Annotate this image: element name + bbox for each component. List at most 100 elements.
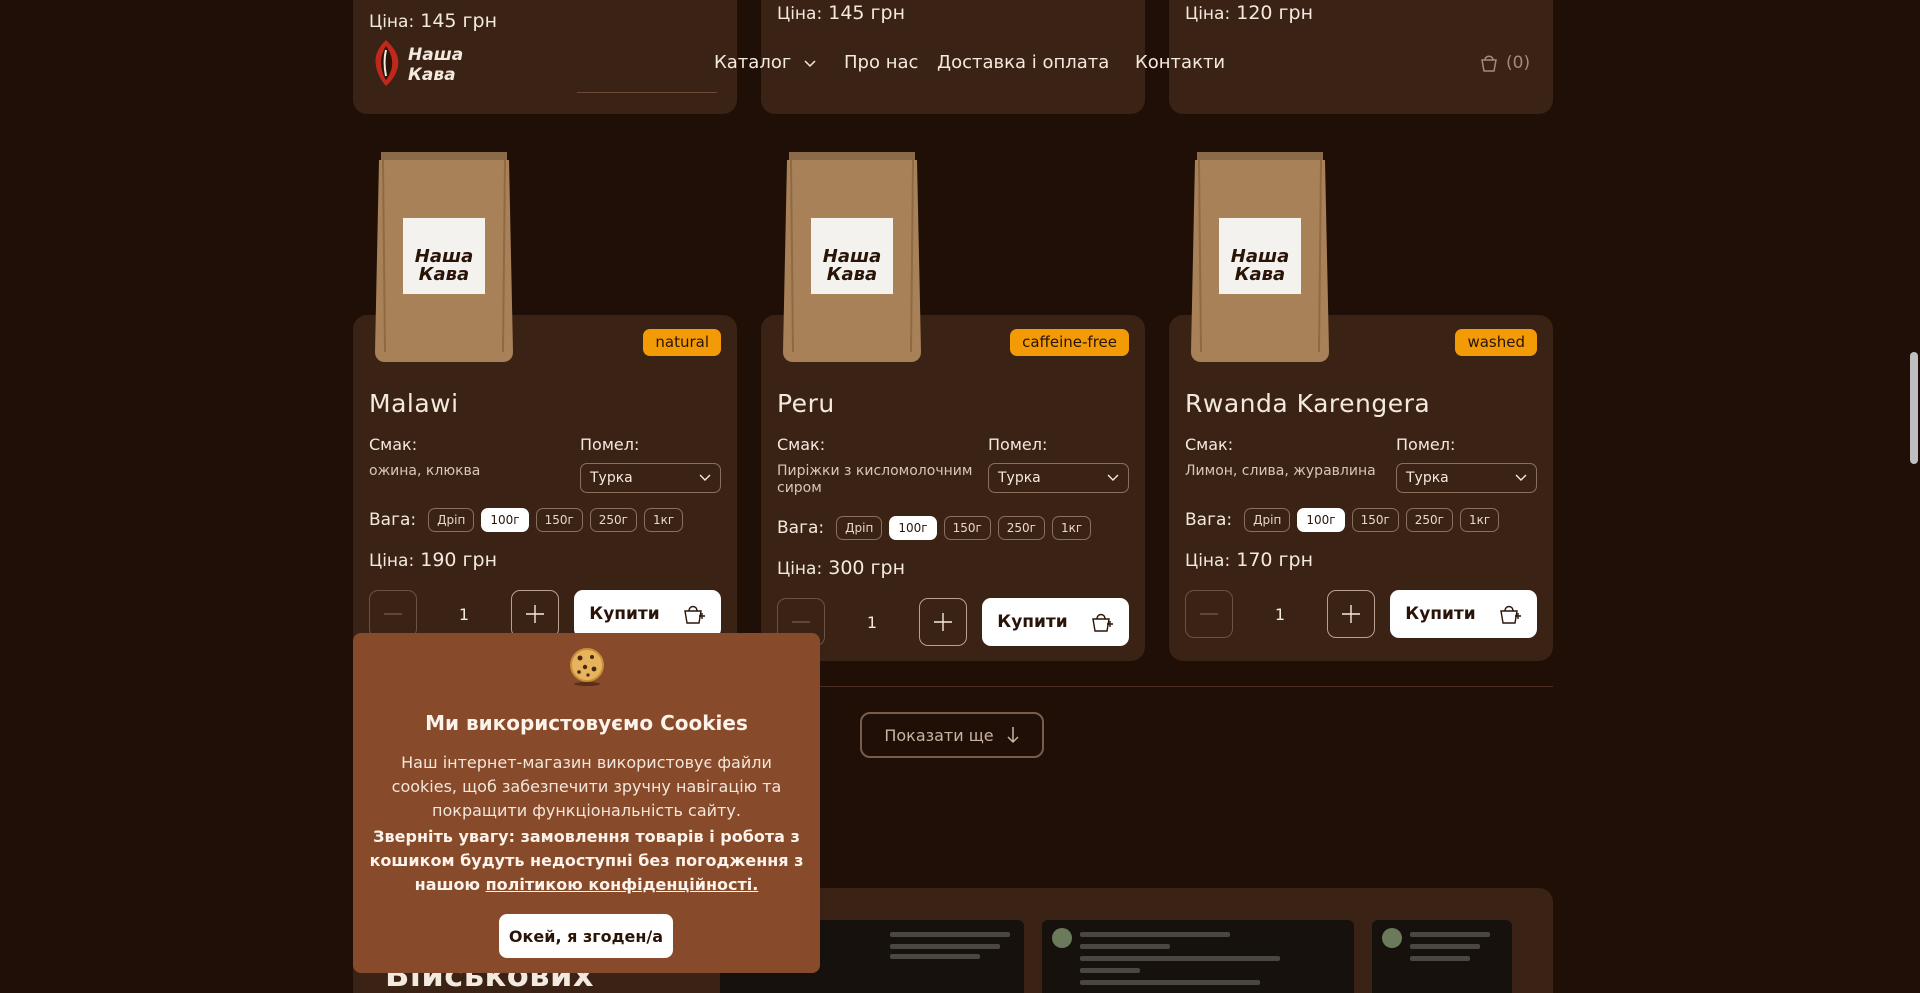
- scrollbar-thumb[interactable]: [1910, 352, 1918, 464]
- taste-value: Лимон, слива, журавлина: [1185, 463, 1376, 479]
- chevron-down-icon: [699, 474, 711, 481]
- product-title[interactable]: Rwanda Karengera: [1185, 389, 1430, 418]
- weight-option-100g[interactable]: 100г: [889, 516, 937, 540]
- process-badge: caffeine-free: [1010, 329, 1129, 356]
- site-logo[interactable]: Наша Кава: [368, 36, 480, 90]
- weight-option-150g[interactable]: 150г: [943, 516, 991, 540]
- add-to-cart-icon: [1091, 613, 1113, 632]
- plus-icon: [1342, 605, 1360, 623]
- process-badge: natural: [643, 329, 721, 356]
- product-bag-image: Наша Кава: [1191, 152, 1329, 362]
- nav-contacts[interactable]: Контакти: [1135, 52, 1225, 73]
- buy-button[interactable]: Купити: [982, 598, 1129, 646]
- quantity-value[interactable]: 1: [417, 605, 511, 624]
- product-price: Ціна: 190 грн: [369, 549, 498, 571]
- weight-option-150g[interactable]: 150г: [535, 508, 583, 532]
- nav-delivery[interactable]: Доставка і оплата: [937, 52, 1109, 73]
- grind-select[interactable]: Турка: [1396, 463, 1537, 493]
- weight-option-1kg[interactable]: 1кг: [1052, 516, 1092, 540]
- weight-option-drip[interactable]: Дріп: [836, 516, 883, 540]
- cart-count: (0): [1506, 53, 1531, 73]
- increase-button[interactable]: [919, 598, 967, 646]
- cookie-consent-dialog: Ми використовуємо Cookies Наш інтернет-м…: [353, 633, 820, 973]
- weight-option-150g[interactable]: 150г: [1351, 508, 1399, 532]
- minus-icon: [792, 621, 810, 623]
- weight-label: Вага:: [1185, 510, 1233, 530]
- add-to-cart-icon: [683, 605, 705, 624]
- weight-option-drip[interactable]: Дріп: [428, 508, 475, 532]
- increase-button[interactable]: [1327, 590, 1375, 638]
- avatar: [1382, 928, 1402, 948]
- weight-option-1kg[interactable]: 1кг: [644, 508, 684, 532]
- weight-option-1kg[interactable]: 1кг: [1460, 508, 1500, 532]
- taste-value: Пиріжки з кисломолочним сиром: [777, 463, 973, 496]
- product-price: Ціна: 170 грн: [1185, 549, 1314, 571]
- weight-option-250g[interactable]: 250г: [589, 508, 637, 532]
- quantity-value[interactable]: 1: [825, 613, 919, 632]
- quantity-stepper: 1: [369, 590, 559, 638]
- cookie-description: Наш інтернет-магазин використовує файли …: [391, 753, 782, 820]
- arrow-down-icon: [1007, 727, 1019, 744]
- nav-about[interactable]: Про нас: [844, 52, 918, 73]
- increase-button[interactable]: [511, 590, 559, 638]
- product-price: Ціна: 145 грн: [369, 10, 498, 32]
- product-card: washed Rwanda Karengera Смак: Лимон, сли…: [1169, 315, 1553, 661]
- buy-button[interactable]: Купити: [1390, 590, 1537, 638]
- buy-button-edge: [577, 92, 717, 93]
- grind-select[interactable]: Турка: [988, 463, 1129, 493]
- buy-button[interactable]: Купити: [574, 590, 721, 638]
- weight-option-drip[interactable]: Дріп: [1244, 508, 1291, 532]
- weight-option-100g[interactable]: 100г: [481, 508, 529, 532]
- weight-options: Вага: Дріп 100г 150г 250г 1кг: [777, 516, 1092, 540]
- product-card: caffeine-free Peru Смак: Пиріжки з кисло…: [761, 315, 1145, 661]
- svg-text:Кава: Кава: [408, 65, 456, 85]
- show-more-button[interactable]: Показати ще: [860, 712, 1044, 758]
- decrease-button[interactable]: [1185, 590, 1233, 638]
- taste-label: Смак:: [777, 435, 826, 454]
- cart-button[interactable]: (0): [1478, 52, 1530, 74]
- product-title[interactable]: Malawi: [369, 389, 459, 418]
- svg-text:Наша: Наша: [408, 45, 463, 65]
- add-to-cart-icon: [1499, 605, 1521, 624]
- product-price: Ціна: 145 грн: [777, 2, 906, 24]
- review-card[interactable]: [1042, 920, 1354, 993]
- weight-options: Вага: Дріп 100г 150г 250г 1кг: [369, 508, 684, 532]
- plus-icon: [526, 605, 544, 623]
- page: Ціна: 145 грн Ціна: 145 грн Ціна: 120 гр…: [0, 0, 1920, 993]
- taste-label: Смак:: [369, 435, 418, 454]
- weight-label: Вага:: [777, 518, 825, 538]
- chevron-down-icon: [804, 60, 816, 68]
- scrollbar-track[interactable]: [1908, 0, 1920, 993]
- review-card[interactable]: [1372, 920, 1512, 993]
- privacy-policy-link[interactable]: політикою конфіденційності.: [486, 875, 759, 894]
- product-card: natural Malawi Смак: ожина, клюква Помел…: [353, 315, 737, 661]
- quantity-value[interactable]: 1: [1233, 605, 1327, 624]
- cookie-title: Ми використовуємо Cookies: [425, 711, 748, 735]
- weight-option-100g[interactable]: 100г: [1297, 508, 1345, 532]
- taste-label: Смак:: [1185, 435, 1234, 454]
- svg-text:Кава: Кава: [419, 264, 469, 285]
- product-bag-image: Наша Кава: [375, 152, 513, 362]
- chevron-down-icon: [1107, 474, 1119, 481]
- decrease-button[interactable]: [369, 590, 417, 638]
- svg-text:Кава: Кава: [827, 264, 877, 285]
- chevron-down-icon: [1515, 474, 1527, 481]
- minus-icon: [1200, 613, 1218, 615]
- svg-text:Кава: Кава: [1235, 264, 1285, 285]
- grind-label: Помел:: [580, 435, 640, 454]
- product-price: Ціна: 120 грн: [1185, 2, 1314, 24]
- basket-icon: [1481, 55, 1497, 72]
- weight-options: Вага: Дріп 100г 150г 250г 1кг: [1185, 508, 1500, 532]
- grind-select[interactable]: Турка: [580, 463, 721, 493]
- product-title[interactable]: Peru: [777, 389, 835, 418]
- minus-icon: [384, 613, 402, 615]
- weight-option-250g[interactable]: 250г: [1405, 508, 1453, 532]
- product-bag-image: Наша Кава: [783, 152, 921, 362]
- weight-option-250g[interactable]: 250г: [997, 516, 1045, 540]
- weight-label: Вага:: [369, 510, 417, 530]
- plus-icon: [934, 613, 952, 631]
- accept-cookies-button[interactable]: Окей, я згоден/а: [499, 914, 673, 958]
- grind-label: Помел:: [1396, 435, 1456, 454]
- quantity-stepper: 1: [1185, 590, 1375, 638]
- nav-catalog[interactable]: Каталог: [714, 52, 817, 73]
